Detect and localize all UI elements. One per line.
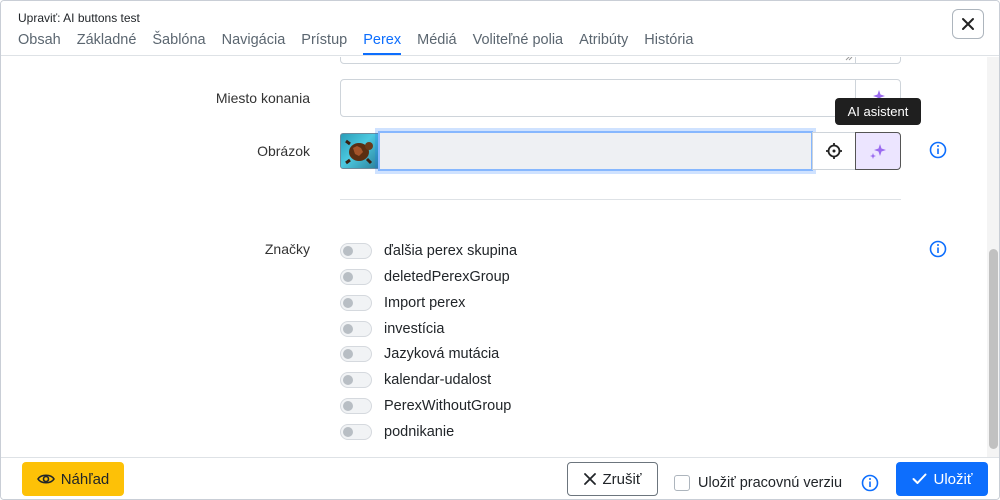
tab-obsah[interactable]: Obsah — [18, 32, 61, 55]
tag-label: Jazyková mutácia — [384, 346, 500, 362]
close-icon — [962, 18, 974, 30]
tag-item: kalendar-udalost — [340, 369, 491, 391]
preview-label: Náhľad — [60, 470, 110, 488]
check-icon — [912, 473, 927, 484]
tag-item: podnikanie — [340, 421, 454, 443]
image-info-icon[interactable] — [929, 141, 947, 159]
tab-volitelne-polia[interactable]: Voliteľné polia — [473, 32, 564, 55]
tag-label: PerexWithoutGroup — [384, 398, 512, 414]
cancel-button[interactable]: Zrušiť — [567, 462, 658, 496]
location-input[interactable] — [340, 79, 856, 117]
tag-item: investícia — [340, 318, 444, 340]
tag-toggle[interactable] — [340, 372, 372, 388]
tag-label: Import perex — [384, 295, 466, 311]
save-label: Uložiť — [933, 470, 973, 488]
save-draft-checkbox[interactable] — [674, 475, 690, 491]
tag-item: ďalšia perex skupina — [340, 240, 517, 262]
tag-toggle[interactable] — [340, 398, 372, 414]
tag-item: PerexWithoutGroup — [340, 395, 511, 417]
tag-toggle[interactable] — [340, 346, 372, 362]
image-ai-button[interactable] — [855, 132, 901, 170]
tab-zakladne[interactable]: Základné — [77, 32, 137, 55]
image-path-input[interactable] — [378, 131, 813, 171]
eye-icon — [36, 474, 55, 484]
preview-button[interactable]: Náhľad — [22, 462, 124, 496]
tag-toggle[interactable] — [340, 269, 372, 285]
tag-toggle[interactable] — [340, 424, 372, 440]
tag-label: deletedPerexGroup — [384, 269, 510, 285]
tag-toggle[interactable] — [340, 321, 372, 337]
modal-footer: Náhľad Zrušiť Uložiť pracovnú verziu Ulo… — [1, 457, 999, 499]
location-label: Miesto konania — [215, 90, 310, 106]
modal-title: Upraviť: AI buttons test — [18, 11, 140, 25]
close-button[interactable] — [952, 9, 984, 39]
tag-item: Jazyková mutácia — [340, 343, 499, 365]
body-scrollbar[interactable] — [987, 57, 999, 457]
tab-navigacia[interactable]: Navigácia — [222, 32, 286, 55]
tag-label: kalendar-udalost — [384, 372, 492, 388]
perex-ai-button[interactable] — [855, 57, 901, 64]
image-thumbnail — [340, 133, 380, 169]
ai-assistant-tooltip: AI asistent — [835, 98, 921, 125]
tab-perex[interactable]: Perex — [363, 32, 402, 55]
save-button[interactable]: Uložiť — [896, 462, 988, 496]
tab-historia[interactable]: História — [644, 32, 693, 55]
modal-header: Upraviť: AI buttons test Obsah Základné … — [1, 1, 999, 56]
turtle-image — [345, 139, 373, 165]
tags-info-icon[interactable] — [929, 240, 947, 258]
tag-label: investícia — [384, 321, 445, 337]
tab-bar: Obsah Základné Šablóna Navigácia Prístup… — [18, 32, 709, 55]
tag-toggle[interactable] — [340, 243, 372, 259]
edit-modal: Upraviť: AI buttons test Obsah Základné … — [0, 0, 1000, 500]
sparkle-icon — [870, 144, 886, 159]
tag-item: Import perex — [340, 292, 465, 314]
cancel-label: Zrušiť — [602, 470, 642, 488]
save-draft-info-icon[interactable] — [861, 474, 879, 492]
close-icon — [583, 473, 596, 485]
resize-handle-icon — [845, 57, 853, 61]
save-draft-label: Uložiť pracovnú verziu — [698, 475, 843, 491]
tags-label: Značky — [264, 241, 310, 257]
tab-pristup[interactable]: Prístup — [301, 32, 347, 55]
tab-atributy[interactable]: Atribúty — [579, 32, 628, 55]
perex-textarea[interactable] — [340, 57, 856, 64]
tag-label: ďalšia perex skupina — [384, 243, 518, 259]
tag-toggle[interactable] — [340, 295, 372, 311]
scrollbar-thumb[interactable] — [989, 249, 998, 449]
tag-item: deletedPerexGroup — [340, 266, 510, 288]
section-divider — [340, 199, 901, 200]
image-label: Obrázok — [257, 143, 310, 159]
crosshair-icon — [826, 143, 842, 159]
image-select-button[interactable] — [812, 132, 856, 170]
tab-sablona[interactable]: Šablóna — [152, 32, 205, 55]
tag-label: podnikanie — [384, 424, 455, 440]
tab-media[interactable]: Médiá — [417, 32, 457, 55]
